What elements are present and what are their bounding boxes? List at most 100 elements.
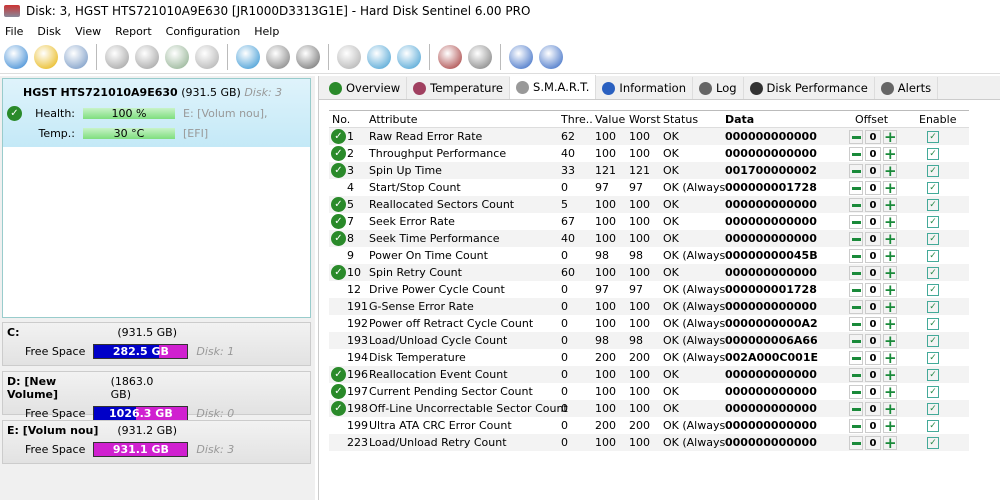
increment-button[interactable]: + xyxy=(883,163,897,178)
table-row[interactable]: 194Disk Temperature0200200OK (Always...0… xyxy=(329,349,969,366)
offset-value[interactable]: 0 xyxy=(865,282,881,297)
decrement-button[interactable] xyxy=(849,248,863,263)
menu-help[interactable]: Help xyxy=(249,25,288,38)
offset-stepper[interactable]: 0 + xyxy=(849,214,897,229)
table-row[interactable]: ✓ 3 Spin Up Time 33 121 121 OK 001700000002 0 + ✓ xyxy=(329,162,969,179)
disk-search-icon[interactable] xyxy=(195,44,219,69)
decrement-button[interactable] xyxy=(849,418,863,433)
offset-stepper[interactable]: 0 + xyxy=(849,146,897,161)
printer-icon[interactable] xyxy=(296,44,320,69)
table-row[interactable]: ✓ 7 Seek Error Rate 67 100 100 OK 000000000000 0… xyxy=(329,213,969,230)
table-row[interactable]: ✓ 198 Off-Line Uncorrectable Sector Count 0… xyxy=(329,400,969,417)
offset-stepper[interactable]: 0 + xyxy=(849,418,897,433)
table-row[interactable]: 191G-Sense Error Rate 0 100 100 OK (Always..… xyxy=(329,298,969,315)
header-attribute[interactable]: Attribute xyxy=(369,113,418,126)
offset-stepper[interactable]: 0 + xyxy=(849,129,897,144)
increment-button[interactable]: + xyxy=(883,333,897,348)
enable-checkbox[interactable]: ✓ xyxy=(927,402,939,415)
info-icon[interactable] xyxy=(539,44,563,69)
increment-button[interactable]: + xyxy=(883,350,897,365)
enable-checkbox[interactable]: ✓ xyxy=(927,215,939,228)
offset-stepper[interactable]: 0 + xyxy=(849,350,897,365)
enable-checkbox[interactable]: ✓ xyxy=(927,147,939,160)
enable-checkbox[interactable]: ✓ xyxy=(927,181,939,194)
offset-value[interactable]: 0 xyxy=(865,384,881,399)
offset-value[interactable]: 0 xyxy=(865,163,881,178)
offset-stepper[interactable]: 0 + xyxy=(849,248,897,263)
decrement-button[interactable] xyxy=(849,214,863,229)
increment-button[interactable]: + xyxy=(883,214,897,229)
offset-value[interactable]: 0 xyxy=(865,418,881,433)
menu-file[interactable]: File xyxy=(0,25,32,38)
table-row[interactable]: ✓ 8 Seek Time Performance 40 100 100 OK 0000000… xyxy=(329,230,969,247)
table-row[interactable]: ✓ 196 Reallocation Event Count 0 100 100 OK 000… xyxy=(329,366,969,383)
disk-info-icon[interactable] xyxy=(105,44,129,69)
offset-stepper[interactable]: 0 + xyxy=(849,265,897,280)
table-row[interactable]: 192 Power off Retract Cycle Count 0 100 100 O… xyxy=(329,315,969,332)
enable-checkbox[interactable]: ✓ xyxy=(927,300,939,313)
table-row[interactable]: 199 Ultra ATA CRC Error Count 0 200 200 OK (A… xyxy=(329,417,969,434)
offset-stepper[interactable]: 0 + xyxy=(849,333,897,348)
offset-value[interactable]: 0 xyxy=(865,299,881,314)
offset-stepper[interactable]: 0 + xyxy=(849,435,897,450)
offset-stepper[interactable]: 0 + xyxy=(849,231,897,246)
offset-value[interactable]: 0 xyxy=(865,333,881,348)
tab-alerts[interactable]: Alerts xyxy=(875,77,939,99)
decrement-button[interactable] xyxy=(849,163,863,178)
table-row[interactable]: 193 Load/Unload Cycle Count 0 98 98 OK (Alway… xyxy=(329,332,969,349)
volume-item[interactable]: C: (931.5 GB) Free Space 282.5 GB Disk: 1 xyxy=(2,322,311,366)
offset-value[interactable]: 0 xyxy=(865,214,881,229)
enable-checkbox[interactable]: ✓ xyxy=(927,334,939,347)
increment-button[interactable]: + xyxy=(883,435,897,450)
offset-stepper[interactable]: 0 + xyxy=(849,299,897,314)
increment-button[interactable]: + xyxy=(883,265,897,280)
increment-button[interactable]: + xyxy=(883,401,897,416)
header-enable[interactable]: Enable xyxy=(919,113,956,126)
table-row[interactable]: ✓ 2 Throughput Performance 40 100 100 OK 000000… xyxy=(329,145,969,162)
increment-button[interactable]: + xyxy=(883,316,897,331)
decrement-button[interactable] xyxy=(849,180,863,195)
drive-icon[interactable] xyxy=(266,44,290,69)
decrement-button[interactable] xyxy=(849,299,863,314)
offset-value[interactable]: 0 xyxy=(865,129,881,144)
offset-value[interactable]: 0 xyxy=(865,197,881,212)
table-row[interactable]: ✓ 1 Raw Read Error Rate 62 100 100 OK 000000000… xyxy=(329,128,969,145)
sync-icon[interactable] xyxy=(367,44,391,69)
offset-value[interactable]: 0 xyxy=(865,401,881,416)
enable-checkbox[interactable]: ✓ xyxy=(927,436,939,449)
tab-disk-performance[interactable]: Disk Performance xyxy=(744,77,875,99)
decrement-button[interactable] xyxy=(849,197,863,212)
decrement-button[interactable] xyxy=(849,146,863,161)
tab-log[interactable]: Log xyxy=(693,77,744,99)
menu-view[interactable]: View xyxy=(70,25,110,38)
enable-checkbox[interactable]: ✓ xyxy=(927,385,939,398)
offset-stepper[interactable]: 0 + xyxy=(849,163,897,178)
increment-button[interactable]: + xyxy=(883,384,897,399)
decrement-button[interactable] xyxy=(849,129,863,144)
offset-stepper[interactable]: 0 + xyxy=(849,316,897,331)
enable-checkbox[interactable]: ✓ xyxy=(927,419,939,432)
decrement-button[interactable] xyxy=(849,350,863,365)
header-offset[interactable]: Offset xyxy=(855,113,888,126)
decrement-button[interactable] xyxy=(849,231,863,246)
offset-value[interactable]: 0 xyxy=(865,248,881,263)
decrement-button[interactable] xyxy=(849,265,863,280)
table-row[interactable]: 223 Load/Unload Retry Count 0 100 100 OK (Alw… xyxy=(329,434,969,451)
alert-icon[interactable] xyxy=(34,44,58,69)
decrement-button[interactable] xyxy=(849,282,863,297)
menu-report[interactable]: Report xyxy=(110,25,160,38)
header-worst[interactable]: Worst xyxy=(629,113,661,126)
table-row[interactable]: 9Power On Time Count09898OK (Always...00… xyxy=(329,247,969,264)
refresh-icon[interactable] xyxy=(4,44,28,69)
increment-button[interactable]: + xyxy=(883,129,897,144)
network-icon[interactable] xyxy=(397,44,421,69)
offset-value[interactable]: 0 xyxy=(865,435,881,450)
header-value[interactable]: Value xyxy=(595,113,625,126)
header-status[interactable]: Status xyxy=(663,113,725,126)
increment-button[interactable]: + xyxy=(883,282,897,297)
decrement-button[interactable] xyxy=(849,316,863,331)
monitor-icon[interactable] xyxy=(438,44,462,69)
increment-button[interactable]: + xyxy=(883,418,897,433)
increment-button[interactable]: + xyxy=(883,180,897,195)
table-row[interactable]: 12 Drive Power Cycle Count 0 97 97 OK (Always… xyxy=(329,281,969,298)
